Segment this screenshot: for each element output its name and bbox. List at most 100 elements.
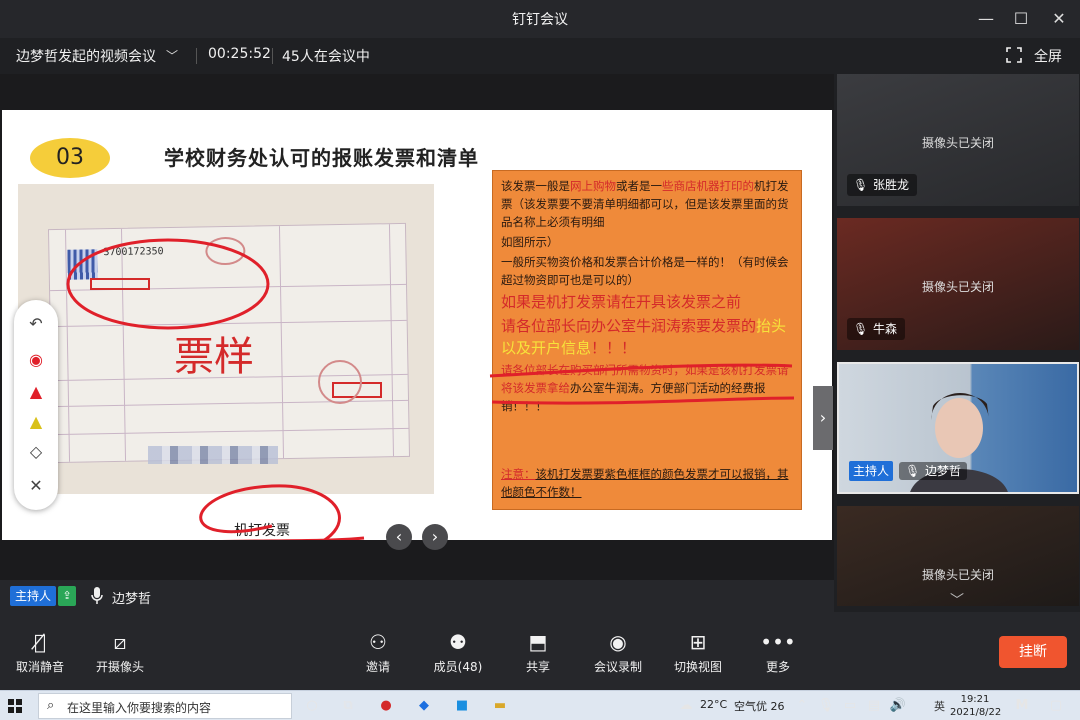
participant-count: 45人在会议中	[282, 49, 370, 65]
mic-muted-icon: 🎙	[853, 178, 869, 192]
highlighter-icon[interactable]: ▲	[24, 410, 48, 434]
grid-line	[52, 399, 409, 408]
switch-view-label: 切换视图	[673, 660, 722, 674]
maximize-button[interactable]: ☐	[1008, 6, 1034, 32]
note-notice: 注意：该机打发票要紫色框框的颜色发票才可以报销，其他颜色不作数！	[501, 465, 793, 501]
meeting-info-bar: 边梦哲发起的视频会议 ﹀ 00:25:52 45人在会议中 全屏	[0, 38, 1080, 74]
invoice-watermark: 票样	[174, 334, 254, 380]
close-icon[interactable]: ✕	[24, 474, 48, 498]
windows-start-icon[interactable]	[8, 699, 22, 713]
note-text: 该发票一般是	[501, 179, 570, 193]
network-icon[interactable]: ▭	[840, 696, 860, 716]
volume-icon[interactable]: 🔊	[888, 696, 908, 716]
members-label: 成员(48)	[433, 660, 483, 674]
participant-panel: ︿ 摄像头已关闭 🎙张胜龙 摄像头已关闭 🎙牛森 主持人🎙边梦哲 摄像头已关闭 …	[834, 74, 1080, 612]
title-bar: 钉钉会议 — ☐ ✕	[0, 0, 1080, 38]
slide-title: 学校财务处认可的报账发票和清单	[164, 146, 479, 170]
participant-tile-active[interactable]: 主持人 🎙 边梦哲	[837, 362, 1079, 494]
note-paragraph: 该发票一般是网上购物或者是一些商店机器打印的机打发票（该发票要不要清单明细都可以…	[501, 177, 793, 231]
system-clock[interactable]: 19:21 2021/8/22	[950, 693, 1001, 719]
meeting-controls: 🎙̸ 取消静音 ⧄ 开摄像头 ⚇ 邀请 ⚉ 成员(48) ⬒ 共享 ◉ 会议录制…	[0, 612, 1080, 690]
window-title: 钉钉会议	[512, 12, 568, 28]
switch-view-button[interactable]: ⊞ 切换视图	[658, 630, 738, 675]
share-button[interactable]: ⬒ 共享	[498, 630, 578, 675]
unmute-button[interactable]: 🎙̸ 取消静音	[0, 630, 80, 675]
dingtalk-meeting-window: 钉钉会议 — ☐ ✕ 边梦哲发起的视频会议 ﹀ 00:25:52 45人在会议中…	[0, 0, 1080, 720]
host-badge: 主持人	[849, 461, 894, 481]
microphone-icon[interactable]: 🎙	[816, 696, 836, 716]
chevron-down-icon[interactable]: ﹀	[166, 47, 178, 64]
slide-number: 03	[30, 138, 110, 178]
chevron-right-icon[interactable]: ›	[813, 386, 833, 450]
cortana-icon[interactable]: ○	[302, 696, 322, 716]
shared-slide: 03 学校财务处认可的报账发票和清单 3700172350 票样 该发票一般是网…	[2, 110, 832, 540]
chat-app-icon[interactable]: ■	[452, 696, 472, 716]
dingtalk-icon[interactable]: ◆	[414, 696, 434, 716]
screen-share-icon: ⇪	[58, 586, 76, 606]
battery-icon[interactable]: ▤	[864, 696, 884, 716]
search-icon: ⌕	[47, 698, 55, 713]
camera-status: 摄像头已关闭	[921, 280, 994, 294]
divider	[272, 48, 273, 64]
members-icon: ⚉	[449, 630, 467, 654]
note-text: 该机打发票要紫色框框的颜色发票才可以报销，其他颜色不作数！	[501, 467, 789, 499]
meeting-topic[interactable]: 边梦哲发起的视频会议	[16, 46, 156, 66]
more-icon: •••	[760, 630, 796, 654]
highlight-box	[90, 278, 150, 290]
minimize-button[interactable]: —	[973, 6, 999, 32]
note-text: 发票的	[711, 317, 757, 335]
record-icon: ◉	[609, 630, 627, 654]
grid-line	[278, 226, 285, 459]
fullscreen-icon[interactable]	[1006, 47, 1022, 63]
host-badge: 主持人	[10, 586, 57, 606]
input-method[interactable]: 英	[934, 698, 945, 714]
note-highlight: 些商店机器打印的	[662, 179, 754, 193]
mic-muted-icon: 🎙	[853, 322, 869, 336]
file-explorer-icon[interactable]: ▬	[490, 696, 510, 716]
microphone-icon: 🎙	[905, 464, 921, 478]
taskbar-search[interactable]: ⌕ 在这里输入你要搜索的内容	[38, 693, 292, 719]
notifications-icon[interactable]: ▢	[1046, 696, 1066, 716]
hangup-button[interactable]: 挂断	[999, 636, 1067, 668]
share-label: 共享	[525, 660, 550, 674]
netease-music-icon[interactable]: ●	[376, 696, 396, 716]
undo-icon[interactable]: ↶	[24, 312, 48, 336]
record-button[interactable]: ◉ 会议录制	[578, 630, 658, 675]
participant-nametag: 🎙 张胜龙	[847, 174, 918, 196]
divider	[196, 48, 197, 64]
note-highlight: 网上购物	[570, 179, 616, 193]
note-text: 请各位部长向办公室牛润涛索要	[501, 317, 712, 335]
participant-tile[interactable]: 摄像头已关闭 🎙 张胜龙	[837, 74, 1079, 206]
start-camera-button[interactable]: ⧄ 开摄像头	[80, 630, 160, 675]
fullscreen-button[interactable]: 全屏	[1034, 46, 1062, 66]
pen-icon[interactable]: ▲	[24, 380, 48, 404]
more-button[interactable]: ••• 更多	[738, 630, 818, 675]
participant-name-tag: 🎙 边梦哲	[899, 462, 968, 480]
members-button[interactable]: ⚉ 成员(48)	[418, 630, 498, 675]
clock-time: 19:21	[960, 694, 990, 705]
slide-note-box: 该发票一般是网上购物或者是一些商店机器打印的机打发票（该发票要不要清单明细都可以…	[492, 170, 802, 510]
note-paragraph: 一般所买物资价格和发票合计价格是一样的！（有时候会超过物资即可也是可以的）	[501, 255, 789, 287]
air-quality: 空气优 26	[734, 700, 785, 713]
close-button[interactable]: ✕	[1046, 6, 1072, 32]
weather-icon[interactable]: ☁	[676, 696, 696, 716]
camera-status: 摄像头已关闭	[921, 568, 994, 582]
participant-nametag: 🎙 牛森	[847, 318, 906, 340]
chevron-down-icon[interactable]: ﹀	[834, 590, 1080, 610]
weather-temperature: 22°C	[700, 698, 728, 711]
blurred-region	[148, 446, 278, 464]
grid-view-icon: ⊞	[689, 630, 707, 654]
invite-button[interactable]: ⚇ 邀请	[338, 630, 418, 675]
task-view-icon[interactable]: ⧉	[338, 696, 358, 716]
invoice-stamp	[205, 236, 246, 266]
participant-tile[interactable]: 摄像头已关闭 🎙 牛森	[837, 218, 1079, 350]
microphone-icon	[91, 587, 103, 604]
eraser-icon[interactable]: ◇	[24, 440, 48, 464]
color-picker-icon[interactable]: ◉	[24, 348, 48, 372]
note-paragraph: 如图所示）	[501, 235, 559, 249]
next-page-button[interactable]: ›	[422, 524, 448, 550]
show-hidden-icons[interactable]: ⌃	[792, 696, 812, 716]
previous-page-button[interactable]: ‹	[386, 524, 412, 550]
ime-indicator-icon[interactable]: M	[1012, 696, 1032, 716]
note-emphasis: 如果是机打发票请在开具该发票之前	[501, 293, 742, 311]
